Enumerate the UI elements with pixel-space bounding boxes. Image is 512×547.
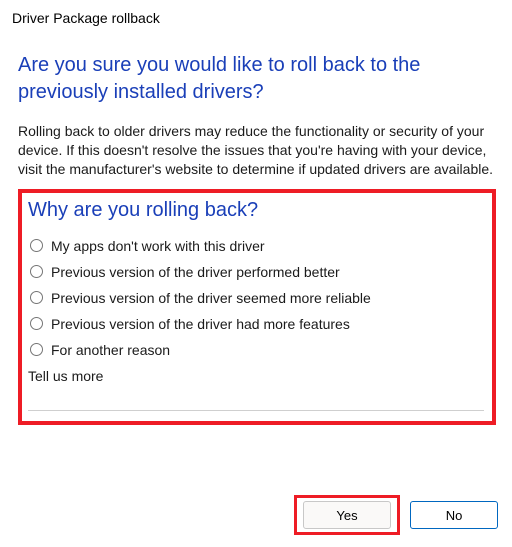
reason-radio[interactable] [30, 239, 43, 252]
tell-us-more-label: Tell us more [28, 368, 484, 384]
reason-label: For another reason [51, 342, 170, 358]
reason-option-performed-better[interactable]: Previous version of the driver performed… [30, 264, 482, 280]
yes-button-highlight: Yes [294, 495, 400, 535]
reason-option-apps-dont-work[interactable]: My apps don't work with this driver [30, 238, 482, 254]
no-button[interactable]: No [410, 501, 498, 529]
confirmation-heading: Are you sure you would like to roll back… [18, 52, 496, 106]
reason-radio[interactable] [30, 343, 43, 356]
reason-label: My apps don't work with this driver [51, 238, 265, 254]
window-title: Driver Package rollback [0, 0, 512, 34]
reason-label: Previous version of the driver had more … [51, 316, 350, 332]
reason-label: Previous version of the driver seemed mo… [51, 290, 371, 306]
tell-us-more-input[interactable] [28, 386, 484, 411]
reason-radio[interactable] [30, 291, 43, 304]
reason-option-more-features[interactable]: Previous version of the driver had more … [30, 316, 482, 332]
reason-radio[interactable] [30, 265, 43, 278]
reason-option-another-reason[interactable]: For another reason [30, 342, 482, 358]
reason-subheading: Why are you rolling back? [28, 199, 484, 222]
yes-button[interactable]: Yes [303, 501, 391, 529]
reason-label: Previous version of the driver performed… [51, 264, 340, 280]
dialog-footer: Yes No [294, 495, 498, 535]
reason-option-more-reliable[interactable]: Previous version of the driver seemed mo… [30, 290, 482, 306]
reason-radio[interactable] [30, 317, 43, 330]
rollback-reason-section: Why are you rolling back? My apps don't … [18, 189, 496, 425]
content-area: Are you sure you would like to roll back… [0, 34, 512, 461]
warning-text: Rolling back to older drivers may reduce… [18, 122, 496, 179]
